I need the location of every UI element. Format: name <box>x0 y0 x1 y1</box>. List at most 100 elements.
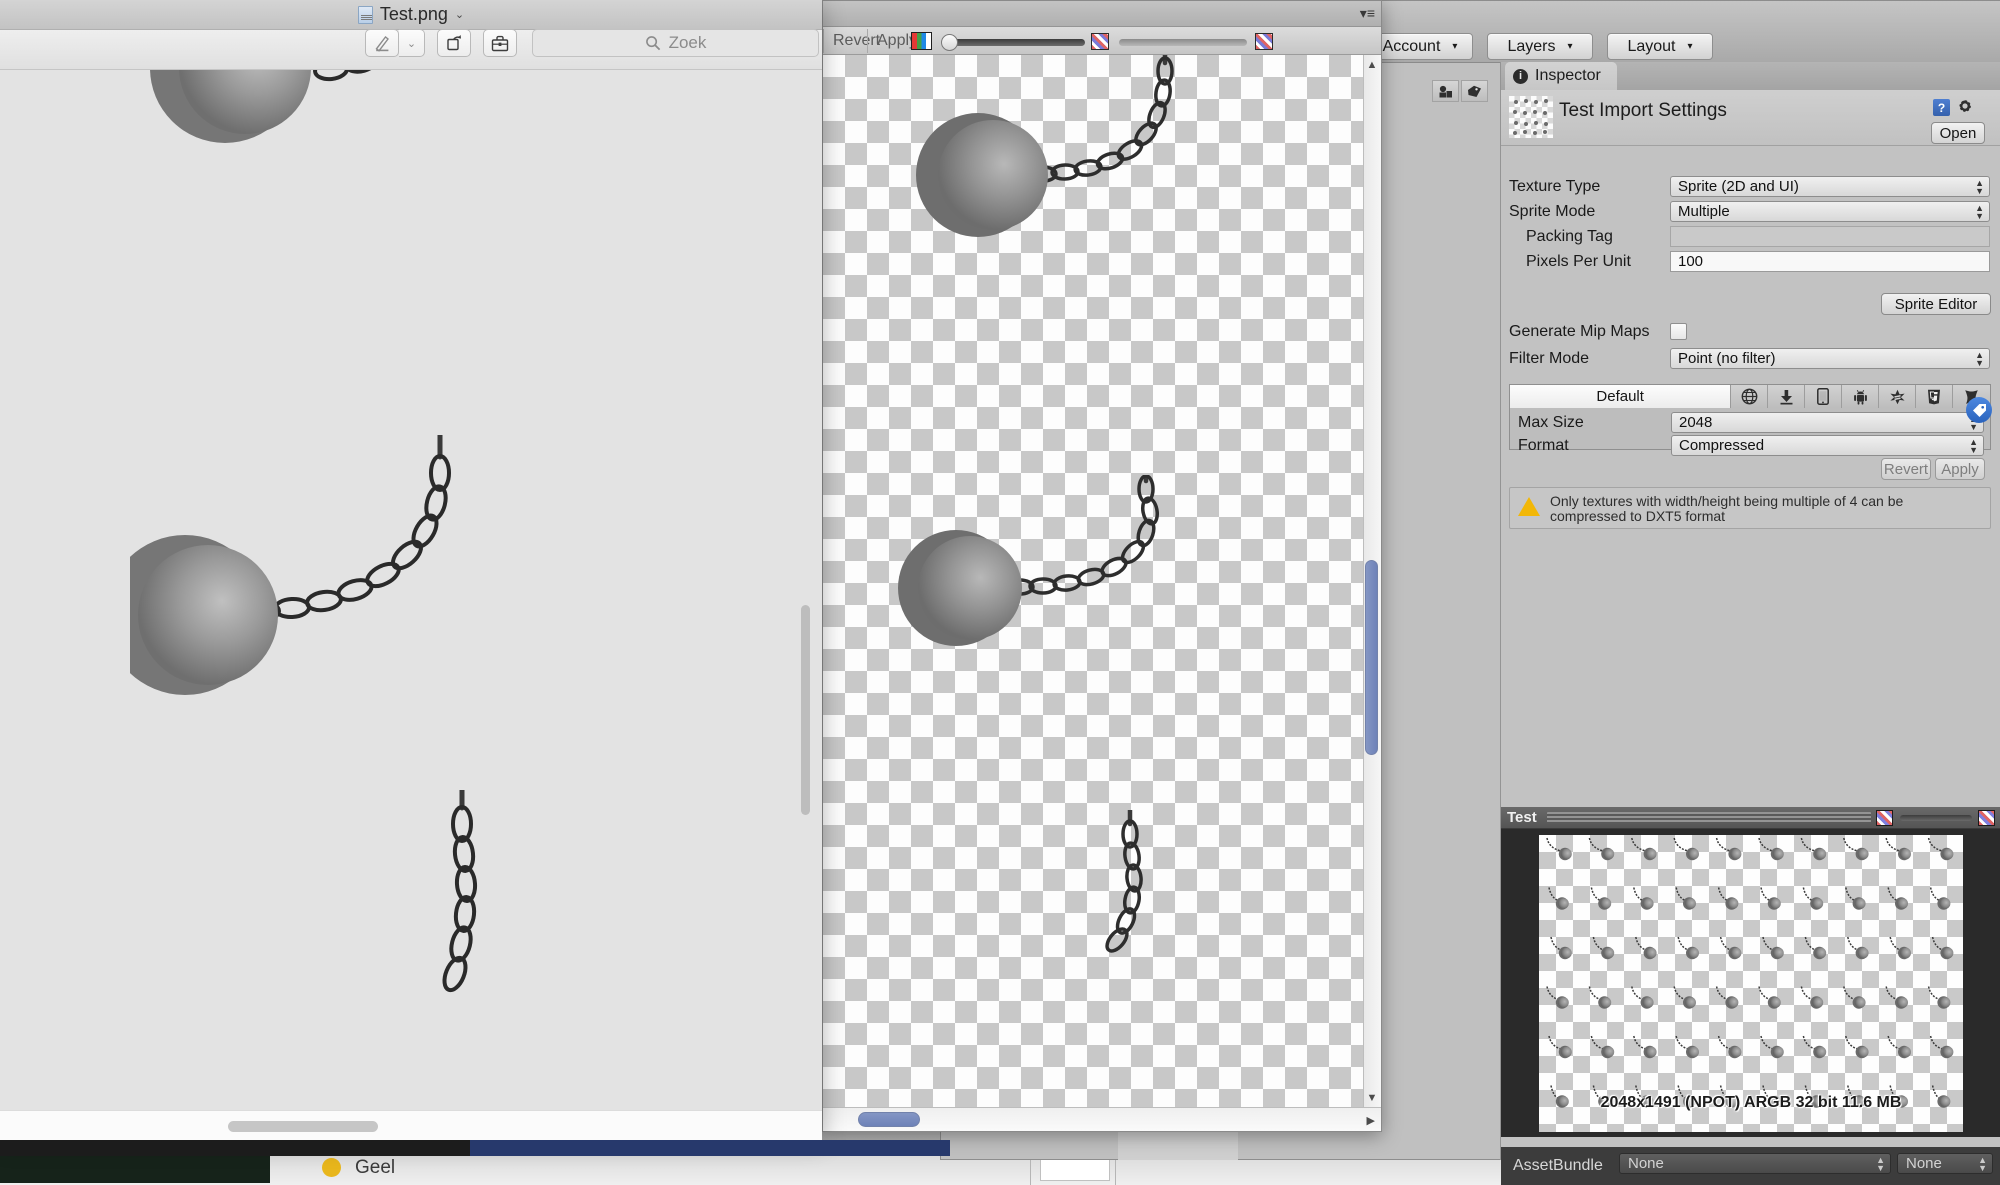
preview-ball-main <box>130 435 550 725</box>
open-button[interactable]: Open <box>1931 122 1985 144</box>
property-row-packing-tag: Packing Tag <box>1501 226 2000 248</box>
sprite-sheet-preview[interactable]: 2048x1491 (NPOT) ARGB 32 bit 11.6 MB <box>1539 835 1963 1132</box>
property-row-texture-type: Texture Type Sprite (2D and UI) ▲ ▼ <box>1501 176 2000 198</box>
assetbundle-row: AssetBundle None ▲ ▼ None ▲ ▼ <box>1501 1147 2000 1185</box>
property-row-generate-mipmaps: Generate Mip Maps <box>1501 321 2000 343</box>
object-filter-icon[interactable] <box>1432 80 1459 102</box>
property-row-format: Format Compressed ▲ ▼ <box>1510 435 2000 457</box>
chevron-down-icon: ▾ <box>1452 41 1458 52</box>
format-dropdown[interactable]: Compressed ▲ ▼ <box>1671 435 1984 456</box>
sprite-wrecking-ball-2[interactable] <box>878 475 1198 725</box>
preview-drag-handle[interactable] <box>1547 812 1871 824</box>
zoom-slider-track[interactable] <box>947 39 1085 46</box>
property-label: Filter Mode <box>1509 350 1590 367</box>
sprite-chain-fragment[interactable] <box>1078 810 1198 980</box>
ios-device-icon[interactable] <box>1805 385 1843 408</box>
markup-options-button[interactable]: ⌄ <box>399 29 425 57</box>
vertical-scrollbar-thumb[interactable] <box>1365 560 1378 755</box>
stepper-arrows-icon: ▲▼ <box>1978 1154 1987 1173</box>
web-globe-icon[interactable] <box>1731 385 1769 408</box>
sprite-wrecking-ball-1[interactable] <box>903 55 1223 295</box>
format-value: Compressed <box>1679 437 1765 454</box>
rgb-color-channel-icon[interactable] <box>911 32 932 50</box>
alpha-checker-swatch-left-icon[interactable] <box>1876 810 1893 826</box>
scroll-down-arrow-icon[interactable]: ▼ <box>1365 1091 1379 1105</box>
inspector-panel: i Inspector Test Import Settings ? Open <box>1500 62 2000 1185</box>
chevron-down-icon: ⌄ <box>406 37 417 50</box>
sprite-editor-canvas[interactable] <box>823 55 1365 1107</box>
dock-item-label-left[interactable]: Geel <box>355 1157 395 1179</box>
apply-button[interactable]: Apply <box>1935 458 1985 480</box>
warning-message-text: Only textures with width/height being mu… <box>1550 493 1904 524</box>
texture-type-value: Sprite (2D and UI) <box>1678 178 1799 195</box>
chevron-down-icon[interactable]: ⌄ <box>455 8 464 21</box>
gear-icon[interactable] <box>1956 98 1975 117</box>
property-label: Pixels Per Unit <box>1526 253 1631 270</box>
property-label: Max Size <box>1518 414 1584 431</box>
texture-info-label: 2048x1491 (NPOT) ARGB 32 bit 11.6 MB <box>1600 1094 1902 1111</box>
scroll-right-arrow-icon[interactable]: ▶ <box>1367 1114 1375 1127</box>
preview-window-bottombar <box>0 1110 822 1140</box>
warning-triangle-icon <box>1518 497 1540 516</box>
tag-icon[interactable] <box>1966 397 1992 423</box>
alpha-checker-swatch-right-icon[interactable] <box>1255 33 1273 50</box>
sprite-editor-titlebar[interactable]: ▾≡ <box>823 1 1381 27</box>
alpha-checker-swatch-left-icon[interactable] <box>1091 33 1109 50</box>
tab-platform-default[interactable]: Default <box>1510 385 1732 408</box>
search-placeholder: Zoek <box>668 33 707 52</box>
layers-dropdown-button[interactable]: Layers ▾ <box>1487 33 1593 60</box>
preview-vertical-scrollbar[interactable] <box>801 605 810 815</box>
standalone-download-icon[interactable] <box>1768 385 1806 408</box>
chevron-down-icon: ▾ <box>1567 41 1573 52</box>
sprite-editor-toolbar: Revert Apply <box>823 27 1381 55</box>
sprite-editor-window: ▾≡ Revert Apply ▲ ▼ ▶ <box>822 0 1382 1132</box>
panel-menu-icon[interactable]: ▾≡ <box>1360 5 1375 22</box>
packing-tag-input[interactable] <box>1670 226 1990 247</box>
tab-inspector[interactable]: i Inspector <box>1505 62 1617 90</box>
revert-button[interactable]: Revert <box>1881 458 1931 480</box>
assetbundle-name-value: None <box>1628 1155 1664 1172</box>
assetbundle-variant-dropdown[interactable]: None ▲ ▼ <box>1897 1153 1993 1174</box>
zoom-slider-knob[interactable] <box>941 34 958 51</box>
horizontal-scrollbar-thumb[interactable] <box>858 1112 920 1127</box>
preview-image-canvas[interactable] <box>0 70 822 1110</box>
markup-pen-button[interactable] <box>365 29 399 57</box>
sprite-mode-dropdown[interactable]: Multiple ▲ ▼ <box>1670 201 1990 222</box>
html5-icon[interactable] <box>1916 385 1954 408</box>
help-icon[interactable]: ? <box>1933 99 1950 116</box>
sprite-editor-button[interactable]: Sprite Editor <box>1881 293 1991 315</box>
layout-dropdown-button[interactable]: Layout ▾ <box>1607 33 1713 60</box>
sprite-editor-horizontal-scrollbar[interactable]: ▶ <box>823 1107 1381 1131</box>
preview-horizontal-scrollbar[interactable] <box>228 1121 378 1132</box>
tizen-icon[interactable] <box>1879 385 1917 408</box>
info-badge-icon: i <box>1513 68 1528 84</box>
window-title: Test.png ⌄ <box>0 4 822 25</box>
label-filter-icon[interactable] <box>1461 80 1488 102</box>
search-input[interactable]: Zoek <box>532 29 819 57</box>
property-row-max-size: Max Size 2048 ▲▼ <box>1510 412 2000 434</box>
markup-pen-icon <box>375 35 389 52</box>
texture-type-dropdown[interactable]: Sprite (2D and UI) ▲ ▼ <box>1670 176 1990 197</box>
property-label: Format <box>1518 437 1569 454</box>
account-dropdown-button[interactable]: Account ▾ <box>1367 33 1473 60</box>
account-label: Account <box>1382 37 1441 55</box>
preview-mip-slider[interactable] <box>1900 815 1972 821</box>
assetbundle-name-dropdown[interactable]: None ▲ ▼ <box>1619 1153 1891 1174</box>
generate-mipmaps-checkbox[interactable] <box>1670 323 1687 340</box>
sprite-editor-vertical-scrollbar[interactable] <box>1363 55 1381 1107</box>
alpha-checker-swatch-right-icon[interactable] <box>1978 810 1995 826</box>
preview-window-titlebar[interactable]: Test.png ⌄ <box>0 0 822 30</box>
preview-pane-header[interactable]: Test <box>1501 807 2000 829</box>
rotate-button[interactable] <box>437 29 471 57</box>
stepper-arrows-icon: ▲▼ <box>1975 349 1984 368</box>
property-row-filter-mode: Filter Mode Point (no filter) ▲ ▼ <box>1501 348 2000 370</box>
max-size-dropdown[interactable]: 2048 ▲▼ <box>1671 412 1984 433</box>
toolbox-button[interactable] <box>483 29 517 57</box>
stepper-arrows-icon: ▲▼ <box>1969 436 1978 455</box>
stepper-arrows-icon: ▲▼ <box>1876 1154 1885 1173</box>
pixels-per-unit-input[interactable]: 100 <box>1670 251 1990 272</box>
alpha-slider-track[interactable] <box>1119 39 1247 46</box>
android-icon[interactable] <box>1842 385 1880 408</box>
scroll-up-arrow-icon[interactable]: ▲ <box>1365 58 1379 72</box>
filter-mode-dropdown[interactable]: Point (no filter) ▲ ▼ <box>1670 348 1990 369</box>
